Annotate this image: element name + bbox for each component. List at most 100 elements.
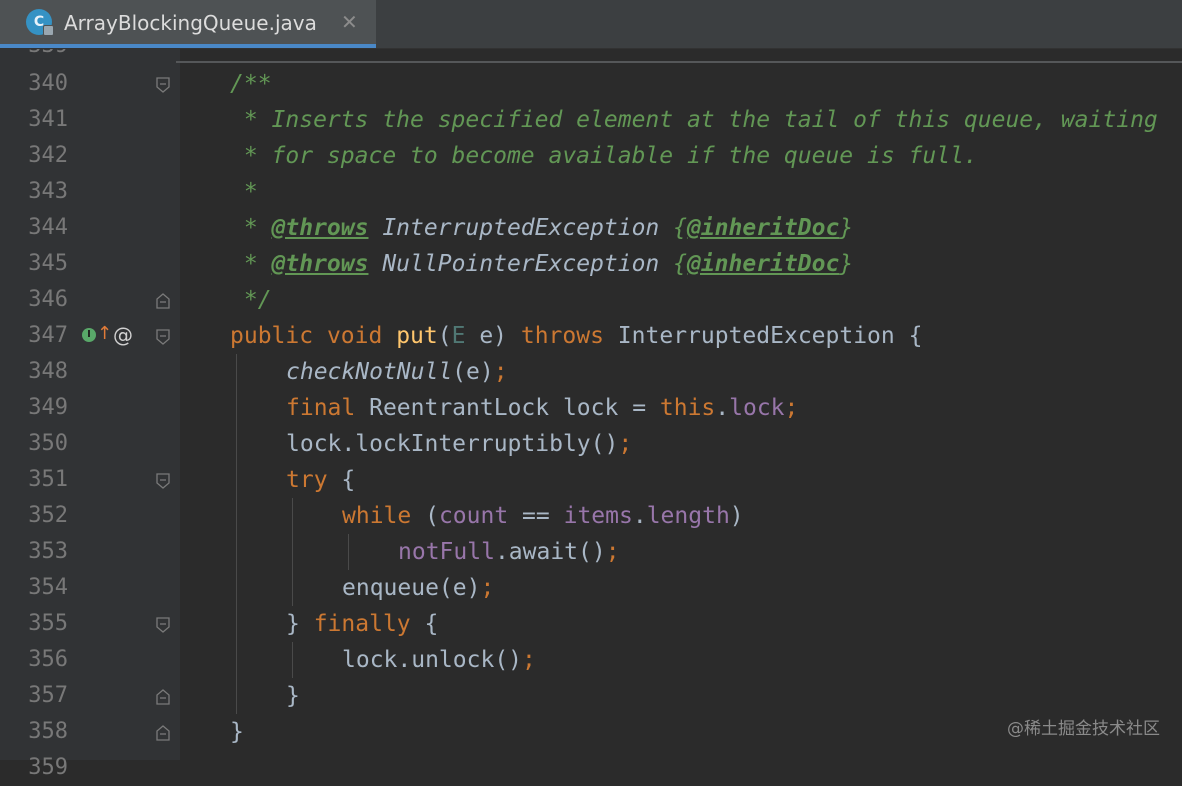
fold-collapse-icon[interactable] xyxy=(156,473,170,489)
code-line[interactable]: 342 * for space to become available if t… xyxy=(0,138,1182,174)
keyword: final xyxy=(286,395,356,421)
field: count xyxy=(438,503,509,529)
line-number: 343 xyxy=(28,179,68,204)
fold-end-icon[interactable] xyxy=(156,689,170,705)
editor-tab-bar: C ArrayBlockingQueue.java ✕ xyxy=(0,0,1182,49)
override-up-arrow-icon[interactable]: ↑ xyxy=(97,322,112,346)
semicolon: ; xyxy=(480,575,495,601)
brace: { xyxy=(327,467,356,493)
implements-method-icon[interactable]: I xyxy=(82,328,96,342)
javadoc-inline-tag: @inheritDoc xyxy=(686,251,840,277)
semicolon: ; xyxy=(784,395,799,421)
close-icon[interactable]: ✕ xyxy=(341,9,358,35)
line-number: 342 xyxy=(28,143,68,168)
javadoc-brace: { xyxy=(673,251,687,277)
code-text: try { xyxy=(286,462,355,498)
watermark: @稀土掘金技术社区 xyxy=(1007,719,1160,739)
code-line[interactable]: 358 } xyxy=(0,714,1182,750)
code-text: lock.unlock(); xyxy=(342,642,536,678)
code-line[interactable]: 350 lock.lockInterruptibly(); xyxy=(0,426,1182,462)
field: length xyxy=(646,503,730,529)
code-line[interactable]: 359 xyxy=(0,750,1182,786)
brace: { xyxy=(410,611,439,637)
code-line[interactable]: 348 checkNotNull(e); xyxy=(0,354,1182,390)
code-text: while (count == items.length) xyxy=(342,498,744,534)
statement: enqueue(e) xyxy=(342,575,481,601)
code-line[interactable]: 341 * Inserts the specified element at t… xyxy=(0,102,1182,138)
paren: ( xyxy=(411,503,439,529)
keyword: finally xyxy=(313,611,411,637)
keyword: public xyxy=(230,323,314,349)
javadoc-text: * xyxy=(230,179,258,205)
statement: lock.lockInterruptibly() xyxy=(286,431,619,457)
code-line[interactable]: 354 enqueue(e); xyxy=(0,570,1182,606)
static-call: checkNotNull xyxy=(286,359,453,385)
code-text: } xyxy=(286,678,300,714)
fold-collapse-icon[interactable] xyxy=(156,329,170,345)
code-text: * Inserts the specified element at the t… xyxy=(230,102,1158,138)
line-number: 347 xyxy=(28,323,68,348)
code-text: checkNotNull(e); xyxy=(286,354,508,390)
code-line[interactable]: 353 notFull.await(); xyxy=(0,534,1182,570)
line-number: 352 xyxy=(28,503,68,528)
code-text: enqueue(e); xyxy=(342,570,494,606)
line-number: 348 xyxy=(28,359,68,384)
line-number: 359 xyxy=(28,755,68,780)
line-number: 358 xyxy=(28,719,68,744)
code-text: * @throws InterruptedException {@inherit… xyxy=(230,210,853,246)
code-line[interactable]: 343 * xyxy=(0,174,1182,210)
code-text: * for space to become available if the q… xyxy=(230,138,978,174)
line-number: 345 xyxy=(28,251,68,276)
code-line[interactable]: 346 */ xyxy=(0,282,1182,318)
field: lock xyxy=(729,395,785,421)
call: .await() xyxy=(494,539,606,565)
code-line[interactable]: 345 * @throws NullPointerException {@inh… xyxy=(0,246,1182,282)
javadoc-text: * for space to become available if the q… xyxy=(230,143,978,169)
javadoc-open: /** xyxy=(230,71,272,97)
punctuation: ( xyxy=(437,323,452,349)
code-text: * xyxy=(230,174,258,210)
line-number: 340 xyxy=(28,71,68,96)
brace: } xyxy=(230,719,244,745)
brace: } xyxy=(286,611,314,637)
dot: . xyxy=(715,395,730,421)
javadoc-star: * xyxy=(230,251,272,277)
fold-end-icon[interactable] xyxy=(156,725,170,741)
code-line[interactable]: 357 } xyxy=(0,678,1182,714)
line-number: 344 xyxy=(28,215,68,240)
javadoc-brace: } xyxy=(839,215,854,241)
code-line[interactable]: 344 * @throws InterruptedException {@inh… xyxy=(0,210,1182,246)
code-text: */ xyxy=(230,282,272,318)
args: (e) xyxy=(452,359,494,385)
code-text: notFull.await(); xyxy=(398,534,620,570)
line-number: 341 xyxy=(28,107,68,132)
code-line[interactable]: 356 lock.unlock(); xyxy=(0,642,1182,678)
code-text: /** xyxy=(230,66,272,102)
code-line[interactable]: 352 while (count == items.length) xyxy=(0,498,1182,534)
keyword: throws xyxy=(520,323,604,349)
tab-arrayblockingqueue[interactable]: C ArrayBlockingQueue.java ✕ xyxy=(0,0,376,48)
fold-end-icon[interactable] xyxy=(156,293,170,309)
method-name: put xyxy=(396,323,438,349)
code-line[interactable]: 349 final ReentrantLock lock = this.lock… xyxy=(0,390,1182,426)
javadoc-tag: @throws xyxy=(271,251,369,277)
annotation-at-icon[interactable]: @ xyxy=(113,321,133,349)
javadoc-inline-tag: @inheritDoc xyxy=(686,215,840,241)
semicolon: ; xyxy=(605,539,620,565)
line-number: 346 xyxy=(28,287,68,312)
field: items xyxy=(563,503,633,529)
tab-title: ArrayBlockingQueue.java xyxy=(64,11,317,35)
fold-collapse-icon[interactable] xyxy=(156,77,170,93)
fold-collapse-icon[interactable] xyxy=(156,617,170,633)
line-number: 356 xyxy=(28,647,68,672)
javadoc-brace: { xyxy=(673,215,687,241)
code-line[interactable]: 340 /** xyxy=(0,66,1182,102)
line-number: 350 xyxy=(28,431,68,456)
code-text: final ReentrantLock lock = this.lock; xyxy=(286,390,798,426)
code-line[interactable]: 351 try { xyxy=(0,462,1182,498)
javadoc-close: */ xyxy=(230,287,272,313)
code-line[interactable]: 347 I ↑ @ public void put(E e) throws In… xyxy=(0,318,1182,354)
type-parameter: E xyxy=(451,323,466,349)
code-text: lock.lockInterruptibly(); xyxy=(286,426,632,462)
code-line[interactable]: 355 } finally { xyxy=(0,606,1182,642)
